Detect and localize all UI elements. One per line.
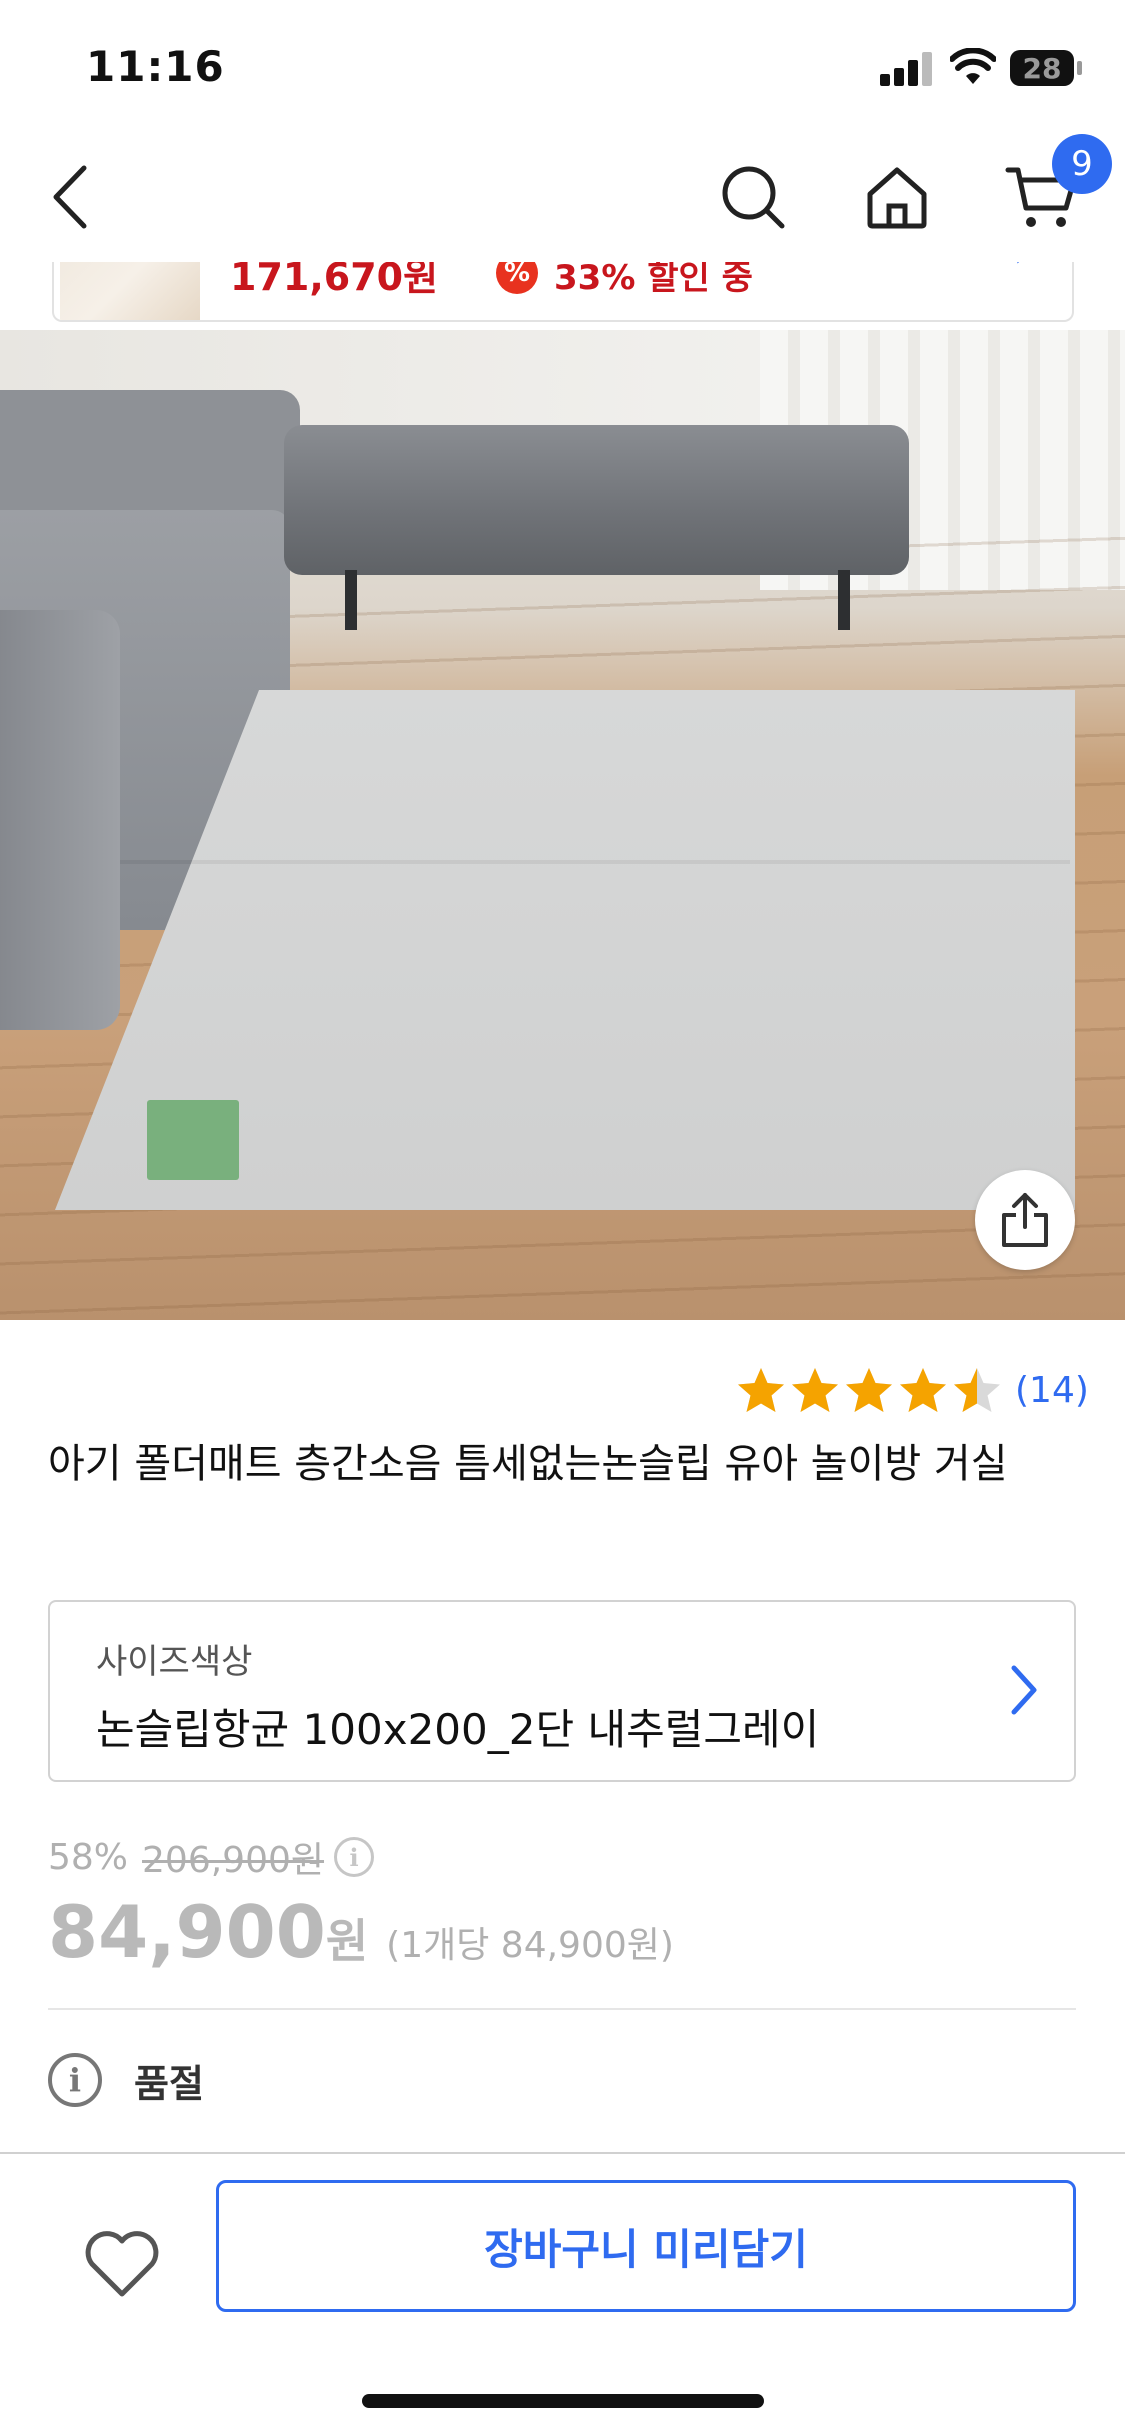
mat-brand-label [147,1100,239,1180]
share-icon [1002,1193,1048,1247]
divider [48,2008,1076,2010]
product-page: 11:16 28 9 171,670원 % 33% 할인 중 (14) 아기 폴… [0,0,1125,2436]
product-image[interactable] [0,330,1125,1320]
original-price: 206,900원 [142,1840,325,1881]
battery-icon: 28 [1010,50,1082,86]
discount-rate: 58% [48,1836,129,1878]
stock-status: i 품절 [48,2050,204,2110]
search-icon[interactable] [708,152,798,242]
rating[interactable]: (14) [735,1360,1089,1420]
star-icon [900,1368,946,1412]
product-title: 아기 폴더매트 층간소음 틈세없는논슬립 유아 놀이방 거실 [48,1441,1008,1487]
battery-level: 28 [1022,52,1062,85]
price-currency: 원 [325,1914,369,1968]
home-icon[interactable] [852,152,942,242]
sale-price: 84,900 [48,1890,326,1974]
star-rating [735,1365,1003,1415]
back-icon[interactable] [26,152,116,242]
wishlist-button[interactable] [72,2214,172,2314]
star-icon [954,1368,1000,1412]
cart-count-badge[interactable]: 9 [1052,134,1112,194]
status-time: 11:16 [86,42,225,91]
option-selector[interactable]: 사이즈색상 논슬립항균 100x200_2단 내추럴그레이 [48,1600,1076,1782]
soldout-label: 품절 [134,2061,204,2106]
chevron-right-icon [1004,1660,1044,1724]
price-row: 84,900 원 (1개당 84,900원) [48,1890,674,1980]
wifi-icon [949,47,997,86]
share-button[interactable] [975,1170,1075,1270]
status-bar: 11:16 28 [0,0,1125,132]
nav-bar [0,132,1125,262]
price-discount-row: 58% 206,900원 i [48,1832,375,1882]
info-icon: i [48,2053,102,2107]
option-value: 논슬립항균 100x200_2단 내추럴그레이 [96,1705,820,1754]
heart-icon [85,2231,159,2297]
add-to-cart-button[interactable]: 장바구니 미리담기 [216,2180,1076,2312]
option-label: 사이즈색상 [96,1642,253,1682]
home-indicator [362,2394,764,2408]
signal-icon [880,52,934,86]
review-count[interactable]: (14) [1015,1370,1089,1411]
star-icon [792,1368,838,1412]
unit-price: (1개당 84,900원) [386,1925,674,1966]
star-icon [846,1368,892,1412]
star-icon [738,1368,784,1412]
info-icon[interactable]: i [334,1837,375,1877]
